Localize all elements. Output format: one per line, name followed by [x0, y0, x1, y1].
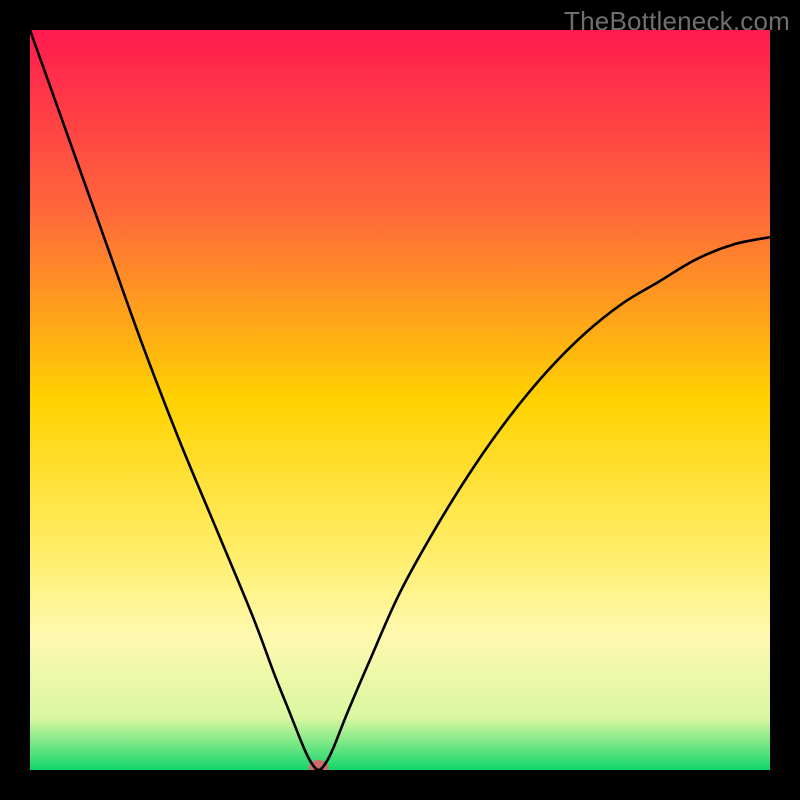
gradient-background	[30, 30, 770, 770]
chart-svg	[30, 30, 770, 770]
outer-black-frame: TheBottleneck.com	[0, 0, 800, 800]
plot-area	[30, 30, 770, 770]
